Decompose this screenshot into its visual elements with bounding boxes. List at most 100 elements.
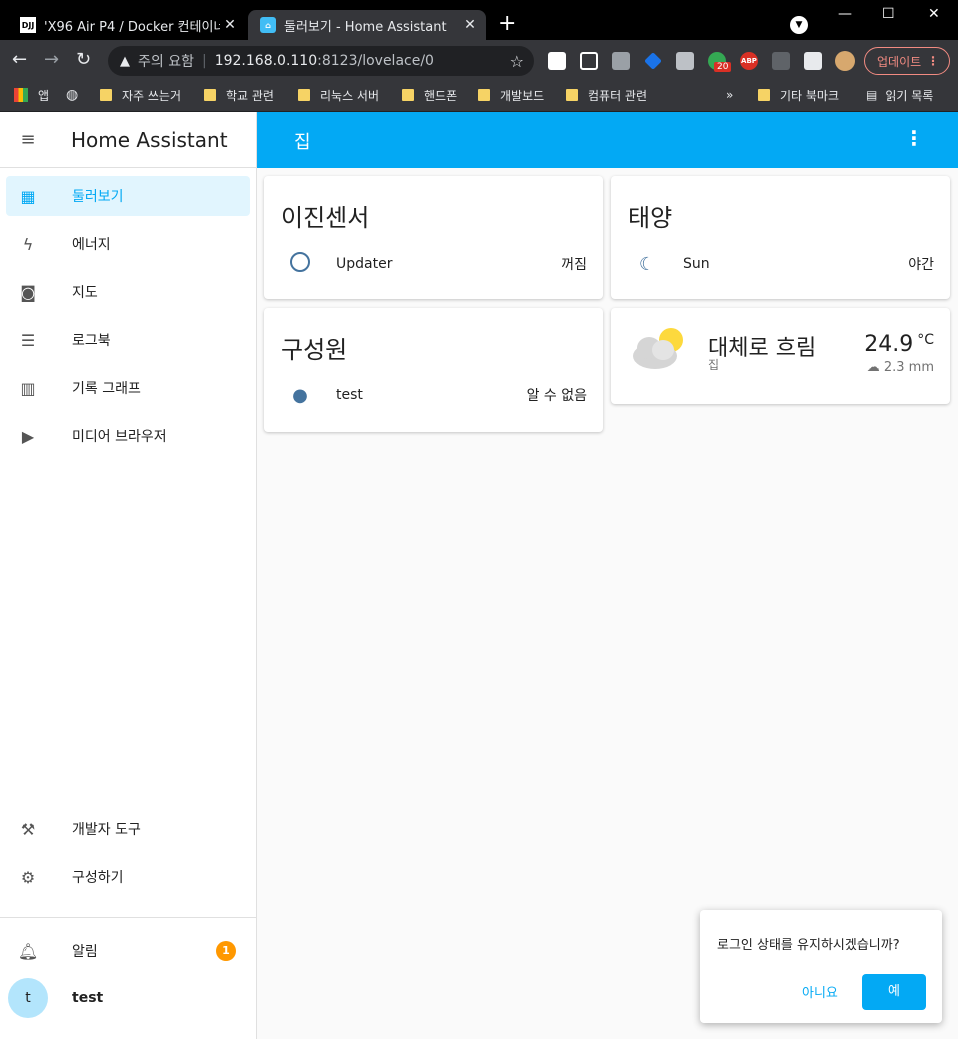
tab-favicon: DJJ — [20, 17, 36, 33]
entity-row-person[interactable]: ● test 알 수 없음 — [280, 375, 587, 415]
bookmark-folder[interactable]: 학교 관련 — [204, 85, 274, 105]
bookmark-folder[interactable]: 리눅스 서버 — [298, 85, 379, 105]
sidebar-item-developer-tools[interactable]: ⚒ 개발자 도구 — [6, 809, 250, 849]
sidebar-item-label: 둘러보기 — [72, 189, 124, 205]
entity-state: 꺼짐 — [561, 257, 587, 273]
folder-icon — [298, 89, 310, 101]
security-warning: 주의 요함 — [138, 54, 194, 70]
sidebar-item-label: 알림 — [72, 944, 98, 960]
url-separator: | — [201, 53, 207, 69]
sidebar-item-energy[interactable]: ϟ 에너지 — [6, 224, 250, 264]
forward-icon[interactable]: → — [44, 50, 59, 70]
new-tab-button[interactable]: + — [498, 13, 516, 35]
bookmark-label: 핸드폰 — [424, 88, 458, 103]
no-button[interactable]: 아니요 — [802, 982, 838, 1001]
extension-badge: 20 — [714, 62, 732, 72]
app-header: 집 ⋮ — [257, 112, 958, 168]
apps-grid-icon — [14, 88, 28, 102]
yes-button[interactable]: 예 — [862, 974, 926, 1010]
pip-extension-icon[interactable] — [580, 52, 598, 70]
sidebar-item-label: 지도 — [72, 285, 98, 301]
bookmark-label: 컴퓨터 관련 — [588, 88, 648, 103]
rain-cloud-icon: ☁ — [866, 360, 880, 375]
back-icon[interactable]: ← — [12, 50, 27, 70]
adblock-icon[interactable]: ABP — [740, 52, 758, 70]
media-icon: ▶ — [21, 426, 35, 446]
logbook-icon: ☰ — [20, 330, 36, 350]
user-name[interactable]: test — [72, 990, 103, 1006]
sidebar-item-media-browser[interactable]: ▶ 미디어 브라우저 — [6, 416, 250, 456]
tab-home-view[interactable]: 집 — [294, 128, 311, 154]
close-icon[interactable]: ✕ — [460, 17, 480, 33]
profile-avatar[interactable] — [835, 51, 855, 71]
sidebar-item-map[interactable]: ◙ 지도 — [6, 272, 250, 312]
bookmark-apps[interactable]: 앱 — [14, 85, 49, 105]
globe-icon: ◍ — [66, 87, 79, 103]
download-extension-icon[interactable] — [548, 52, 566, 70]
temperature-unit: °C — [917, 332, 934, 348]
browser-tab-bar: DJJ 'X96 Air P4 / Docker 컨테이너 L ✕ ⌂ 둘러보기… — [0, 0, 958, 40]
more-options-icon[interactable]: ⋮ — [904, 126, 924, 150]
bookmark-folder[interactable]: 컴퓨터 관련 — [566, 85, 647, 105]
sidebar-item-label: 미디어 브라우저 — [72, 429, 167, 445]
user-extension-icon[interactable] — [772, 52, 790, 70]
chart-icon: ▥ — [20, 378, 36, 398]
printer-extension-icon[interactable] — [676, 52, 694, 70]
sidebar-item-label: 기록 그래프 — [72, 381, 141, 397]
tab-title: 'X96 Air P4 / Docker 컨테이너 L — [44, 19, 220, 35]
sidebar-item-logbook[interactable]: ☰ 로그북 — [6, 320, 250, 360]
window-close-icon[interactable]: ✕ — [928, 6, 940, 22]
maximize-icon[interactable]: ☐ — [882, 6, 895, 22]
camera-extension-icon[interactable] — [612, 52, 630, 70]
person-card: 구성원 ● test 알 수 없음 — [264, 308, 603, 432]
close-icon[interactable]: ✕ — [220, 17, 240, 33]
entity-state: 야간 — [908, 257, 934, 273]
bookmark-folder[interactable]: 핸드폰 — [402, 85, 457, 105]
weather-card[interactable]: 대체로 흐림 집 24.9 °C ☁ 2.3 mm — [611, 308, 950, 404]
avatar[interactable]: t — [8, 978, 48, 1018]
entity-row-updater[interactable]: Updater 꺼짐 — [280, 244, 587, 284]
entity-name: Sun — [683, 256, 710, 272]
update-button[interactable]: 업데이트 ⋮ — [864, 47, 950, 75]
folder-icon — [402, 89, 414, 101]
weather-location: 집 — [708, 358, 720, 372]
globe-bookmark[interactable]: ◍ — [66, 85, 78, 105]
toast-message: 로그인 상태를 유지하시겠습니까? — [717, 938, 900, 953]
person-icon: ● — [292, 384, 308, 406]
bell-icon: 🔔︎ — [17, 941, 39, 961]
browser-tab-2[interactable]: ⌂ 둘러보기 - Home Assistant ✕ — [248, 10, 486, 40]
bookmark-folder[interactable]: 개발보드 — [478, 85, 544, 105]
tab-search-icon[interactable]: ▼ — [790, 16, 808, 34]
address-bar[interactable]: ▲ 주의 요함 | 192.168.0.110 :8123/lovelace/0… — [108, 46, 534, 76]
sidebar-item-settings[interactable]: ⚙ 구성하기 — [6, 857, 250, 897]
home-assistant-favicon: ⌂ — [260, 17, 276, 33]
sidebar-item-label: 로그북 — [72, 333, 111, 349]
folder-icon — [478, 89, 490, 101]
sidebar-item-notifications[interactable]: 🔔︎ 알림 — [6, 931, 250, 971]
minimize-icon[interactable]: — — [838, 6, 852, 22]
sidebar-item-overview[interactable]: ▦ 둘러보기 — [6, 176, 250, 216]
card-title: 이진센서 — [281, 204, 370, 232]
reload-icon[interactable]: ↻ — [76, 50, 91, 70]
binary-sensor-card: 이진센서 Updater 꺼짐 — [264, 176, 603, 299]
gear-icon: ⚙ — [20, 867, 36, 887]
stay-logged-in-toast: 로그인 상태를 유지하시겠습니까? 아니요 예 — [700, 910, 942, 1023]
browser-tab-1[interactable]: DJJ 'X96 Air P4 / Docker 컨테이너 L ✕ — [12, 10, 246, 40]
entity-name: test — [336, 387, 363, 403]
menu-collapse-icon[interactable]: ≡ — [0, 129, 56, 150]
folder-icon — [204, 89, 216, 101]
bookmark-label: 개발보드 — [500, 88, 545, 103]
sidebar-item-history[interactable]: ▥ 기록 그래프 — [6, 368, 250, 408]
bookmark-folder[interactable]: 기타 북마크 — [758, 85, 839, 105]
bookmark-folder[interactable]: 자주 쓰는거 — [100, 85, 181, 105]
more-bookmarks-icon[interactable]: » — [726, 85, 733, 105]
bookmark-label: 학교 관련 — [226, 88, 274, 103]
puzzle-icon[interactable] — [804, 52, 822, 70]
bookmark-star-icon[interactable]: ☆ — [510, 52, 524, 71]
bookmark-label: 읽기 목록 — [885, 88, 934, 103]
night-moon-icon: ☾ — [638, 253, 656, 275]
entity-row-sun[interactable]: ☾ Sun 야간 — [627, 244, 934, 284]
reading-list[interactable]: ▤ 읽기 목록 — [866, 85, 933, 105]
sidebar-divider — [0, 917, 256, 918]
weather-condition: 대체로 흐림 — [708, 336, 817, 361]
